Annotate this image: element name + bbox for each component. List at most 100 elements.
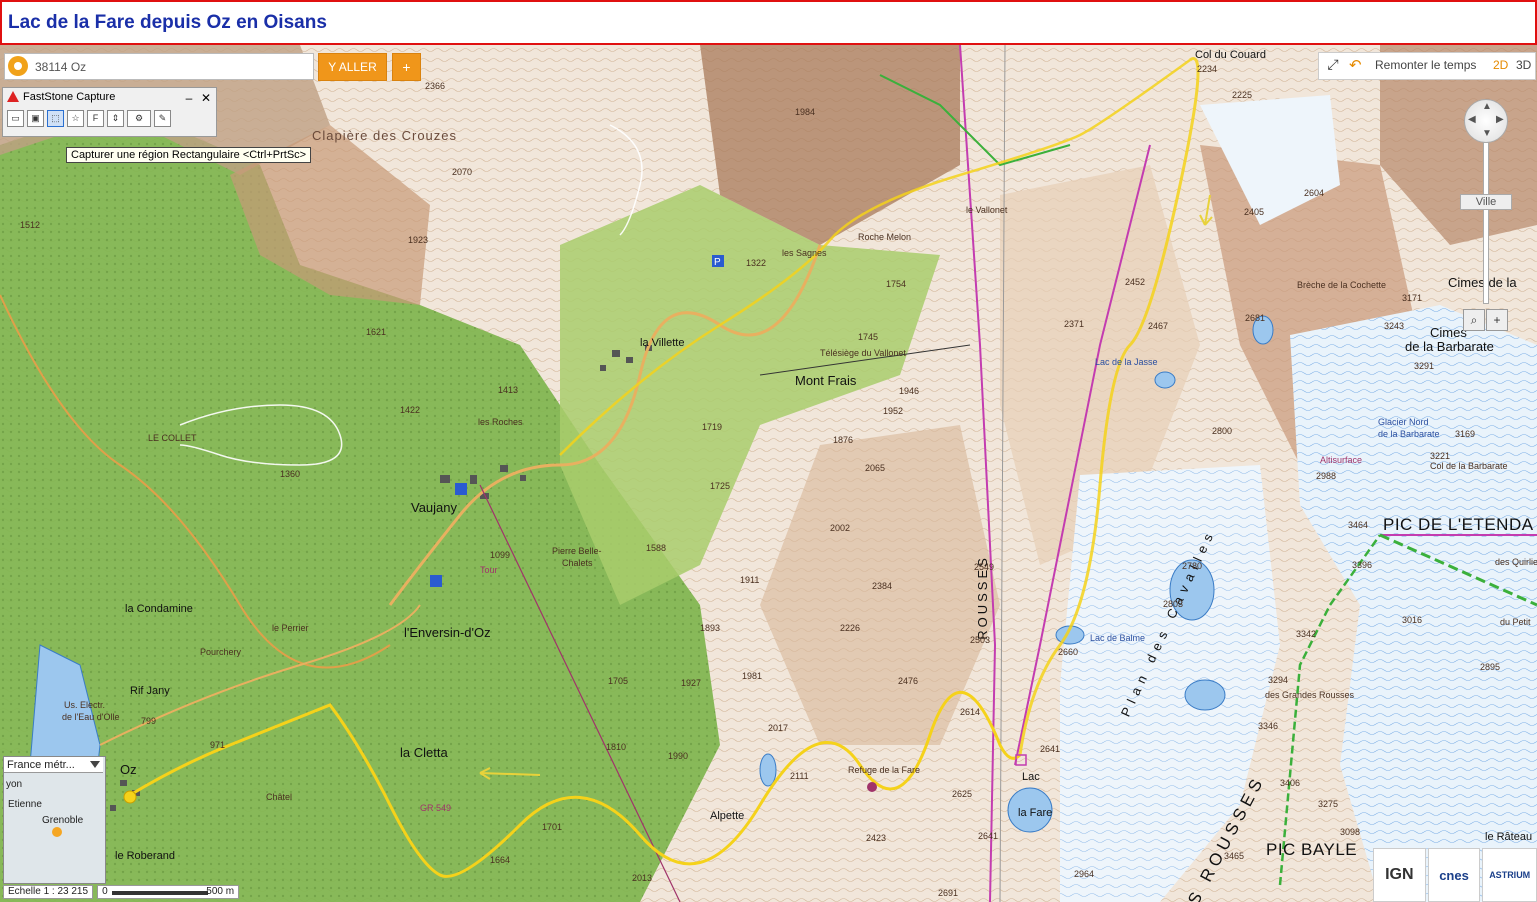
label-cimes: Cimes [1430, 325, 1467, 340]
elevation-label: 2065 [865, 463, 886, 473]
capture-freehand-icon[interactable]: ☆ [67, 110, 84, 127]
elevation-label: 3171 [1402, 293, 1423, 303]
magnifier-icon[interactable]: ⌕ [1463, 309, 1485, 331]
pan-control[interactable]: ▲ ▼ ◀ ▶ [1464, 99, 1508, 143]
elevation-label: 3016 [1402, 615, 1423, 625]
elevation-label: 1705 [608, 676, 629, 686]
elevation-label: 2111 [790, 771, 809, 781]
elevation-label: 1893 [700, 623, 721, 633]
zoom-level-tag: Ville [1460, 194, 1512, 210]
elevation-label: 1413 [498, 385, 519, 395]
label-us-electr: Us. Electr. [64, 700, 106, 710]
search-box[interactable] [4, 53, 314, 80]
elevation-label: 1360 [280, 469, 301, 479]
elevation-label: 1876 [833, 435, 854, 445]
elevation-label: 2405 [1244, 207, 1265, 217]
capture-window-icon[interactable]: ▭ [7, 110, 24, 127]
label-glacier-nord: Glacier Nord [1378, 417, 1429, 427]
faststone-title: FastStone Capture [23, 91, 116, 103]
elevation-label: 2681 [1245, 313, 1266, 323]
elevation-label: 3465 [1224, 851, 1245, 861]
elevation-label: 971 [210, 740, 226, 750]
overview-map[interactable]: France métr... yon Etienne Grenoble [3, 756, 106, 884]
elevation-label: 1621 [366, 327, 387, 337]
pan-right-icon[interactable]: ▶ [1496, 114, 1504, 125]
elevation-label: 3098 [1340, 827, 1361, 837]
zoom-slider[interactable] [1483, 142, 1489, 304]
capture-rectangle-icon[interactable]: ⬚ [47, 110, 64, 127]
topographic-map[interactable]: P Vaujany la Villette l'Enversin-d'Oz Oz… [0, 45, 1537, 902]
faststone-capture-window[interactable]: FastStone Capture – ✕ ▭ ▣ ⬚ ☆ F ⇕ ⚙ ✎ [2, 87, 217, 137]
scale-ratio: Echelle 1 : 23 215 [3, 885, 94, 899]
search-input[interactable] [33, 56, 312, 78]
elevation-label: 3396 [1352, 560, 1373, 570]
fullscreen-icon[interactable]: ⤢ [1323, 56, 1343, 76]
mode-3d-button[interactable]: 3D [1516, 58, 1531, 72]
elevation-label: 1754 [886, 279, 907, 289]
elevation-label: 799 [141, 716, 157, 726]
pan-up-icon[interactable]: ▲ [1482, 101, 1492, 112]
capture-fullscreen-icon[interactable]: F [87, 110, 104, 127]
scale-distance: 500 m [206, 886, 235, 897]
elevation-label: 2017 [768, 723, 789, 733]
capture-tooltip: Capturer une région Rectangulaire <Ctrl+… [66, 147, 312, 163]
settings-icon[interactable]: ✎ [154, 110, 171, 127]
label-telesiege: Télésiège du Vallonet [820, 348, 906, 358]
astrium-logo[interactable]: ASTRIUM [1482, 848, 1537, 902]
capture-scrolling-icon[interactable]: ⇕ [107, 110, 124, 127]
elevation-label: 2226 [840, 623, 861, 633]
label-enversin: l'Enversin-d'Oz [404, 625, 491, 640]
label-la-villette: la Villette [640, 337, 685, 349]
label-les-sagnes: les Sagnes [782, 248, 827, 258]
elevation-label: 2803 [1163, 599, 1184, 609]
elevation-label: 2549 [974, 562, 995, 572]
elevation-label: 1952 [883, 406, 904, 416]
partner-logos: IGN cnes ASTRIUM [1373, 848, 1537, 902]
label-pierre-belle-chalets: Chalets [562, 558, 593, 568]
label-col-barbarate: Col de la Barbarate [1430, 461, 1508, 471]
label-la-condamine: la Condamine [125, 603, 193, 615]
elevation-label: 1984 [795, 107, 816, 117]
minimize-button[interactable]: – [182, 89, 196, 107]
label-le-rateau: le Râteau [1485, 831, 1533, 843]
elevation-label: 1322 [746, 258, 767, 268]
label-glacier-nord-barbarate: de la Barbarate [1378, 429, 1440, 439]
label-lac-jasse: Lac de la Jasse [1095, 357, 1158, 367]
ign-logo[interactable]: IGN [1373, 848, 1426, 902]
close-button[interactable]: ✕ [199, 89, 213, 107]
go-button[interactable]: Y ALLER [318, 53, 387, 81]
territory-select[interactable]: France métr... [4, 757, 103, 773]
elevation-label: 2625 [952, 789, 973, 799]
add-button[interactable]: + [392, 53, 421, 81]
label-le-roberand: le Roberand [115, 850, 175, 862]
capture-object-icon[interactable]: ▣ [27, 110, 44, 127]
elevation-label: 1923 [408, 235, 429, 245]
pan-left-icon[interactable]: ◀ [1468, 114, 1476, 125]
zoom-in-button[interactable]: + [1486, 309, 1508, 331]
label-gr: GR 549 [420, 803, 452, 813]
elevation-label: 2964 [1074, 869, 1095, 879]
map-canvas[interactable]: P [0, 45, 1537, 902]
label-roche-melon: Roche Melon [858, 232, 912, 242]
svg-text:P: P [714, 257, 721, 268]
cnes-logo[interactable]: cnes [1427, 848, 1481, 902]
page-title: Lac de la Fare depuis Oz en Oisans [8, 12, 327, 33]
remonter-le-temps-button[interactable]: Remonter le temps [1375, 58, 1476, 72]
elevation-label: 2013 [632, 873, 653, 883]
output-settings-icon[interactable]: ⚙ [127, 110, 151, 127]
label-altisurface: Altisurface [1320, 455, 1363, 465]
label-breche-cochette: Brèche de la Cochette [1297, 280, 1387, 290]
elevation-label: 1946 [899, 386, 920, 396]
undo-arrow-icon[interactable]: ↶ [1349, 56, 1362, 74]
elevation-label: 2614 [960, 707, 981, 717]
mode-2d-button[interactable]: 2D [1493, 58, 1508, 72]
faststone-header: FastStone Capture – ✕ [3, 88, 216, 106]
elevation-label: 2234 [1197, 64, 1218, 74]
elevation-label: 3346 [1258, 721, 1279, 731]
elevation-label: 2467 [1148, 321, 1169, 331]
elevation-label: 2895 [1480, 662, 1501, 672]
pan-down-icon[interactable]: ▼ [1482, 128, 1492, 139]
overview-city: yon [6, 779, 23, 790]
elevation-label: 2225 [1232, 90, 1253, 100]
elevation-label: 1664 [490, 855, 511, 865]
